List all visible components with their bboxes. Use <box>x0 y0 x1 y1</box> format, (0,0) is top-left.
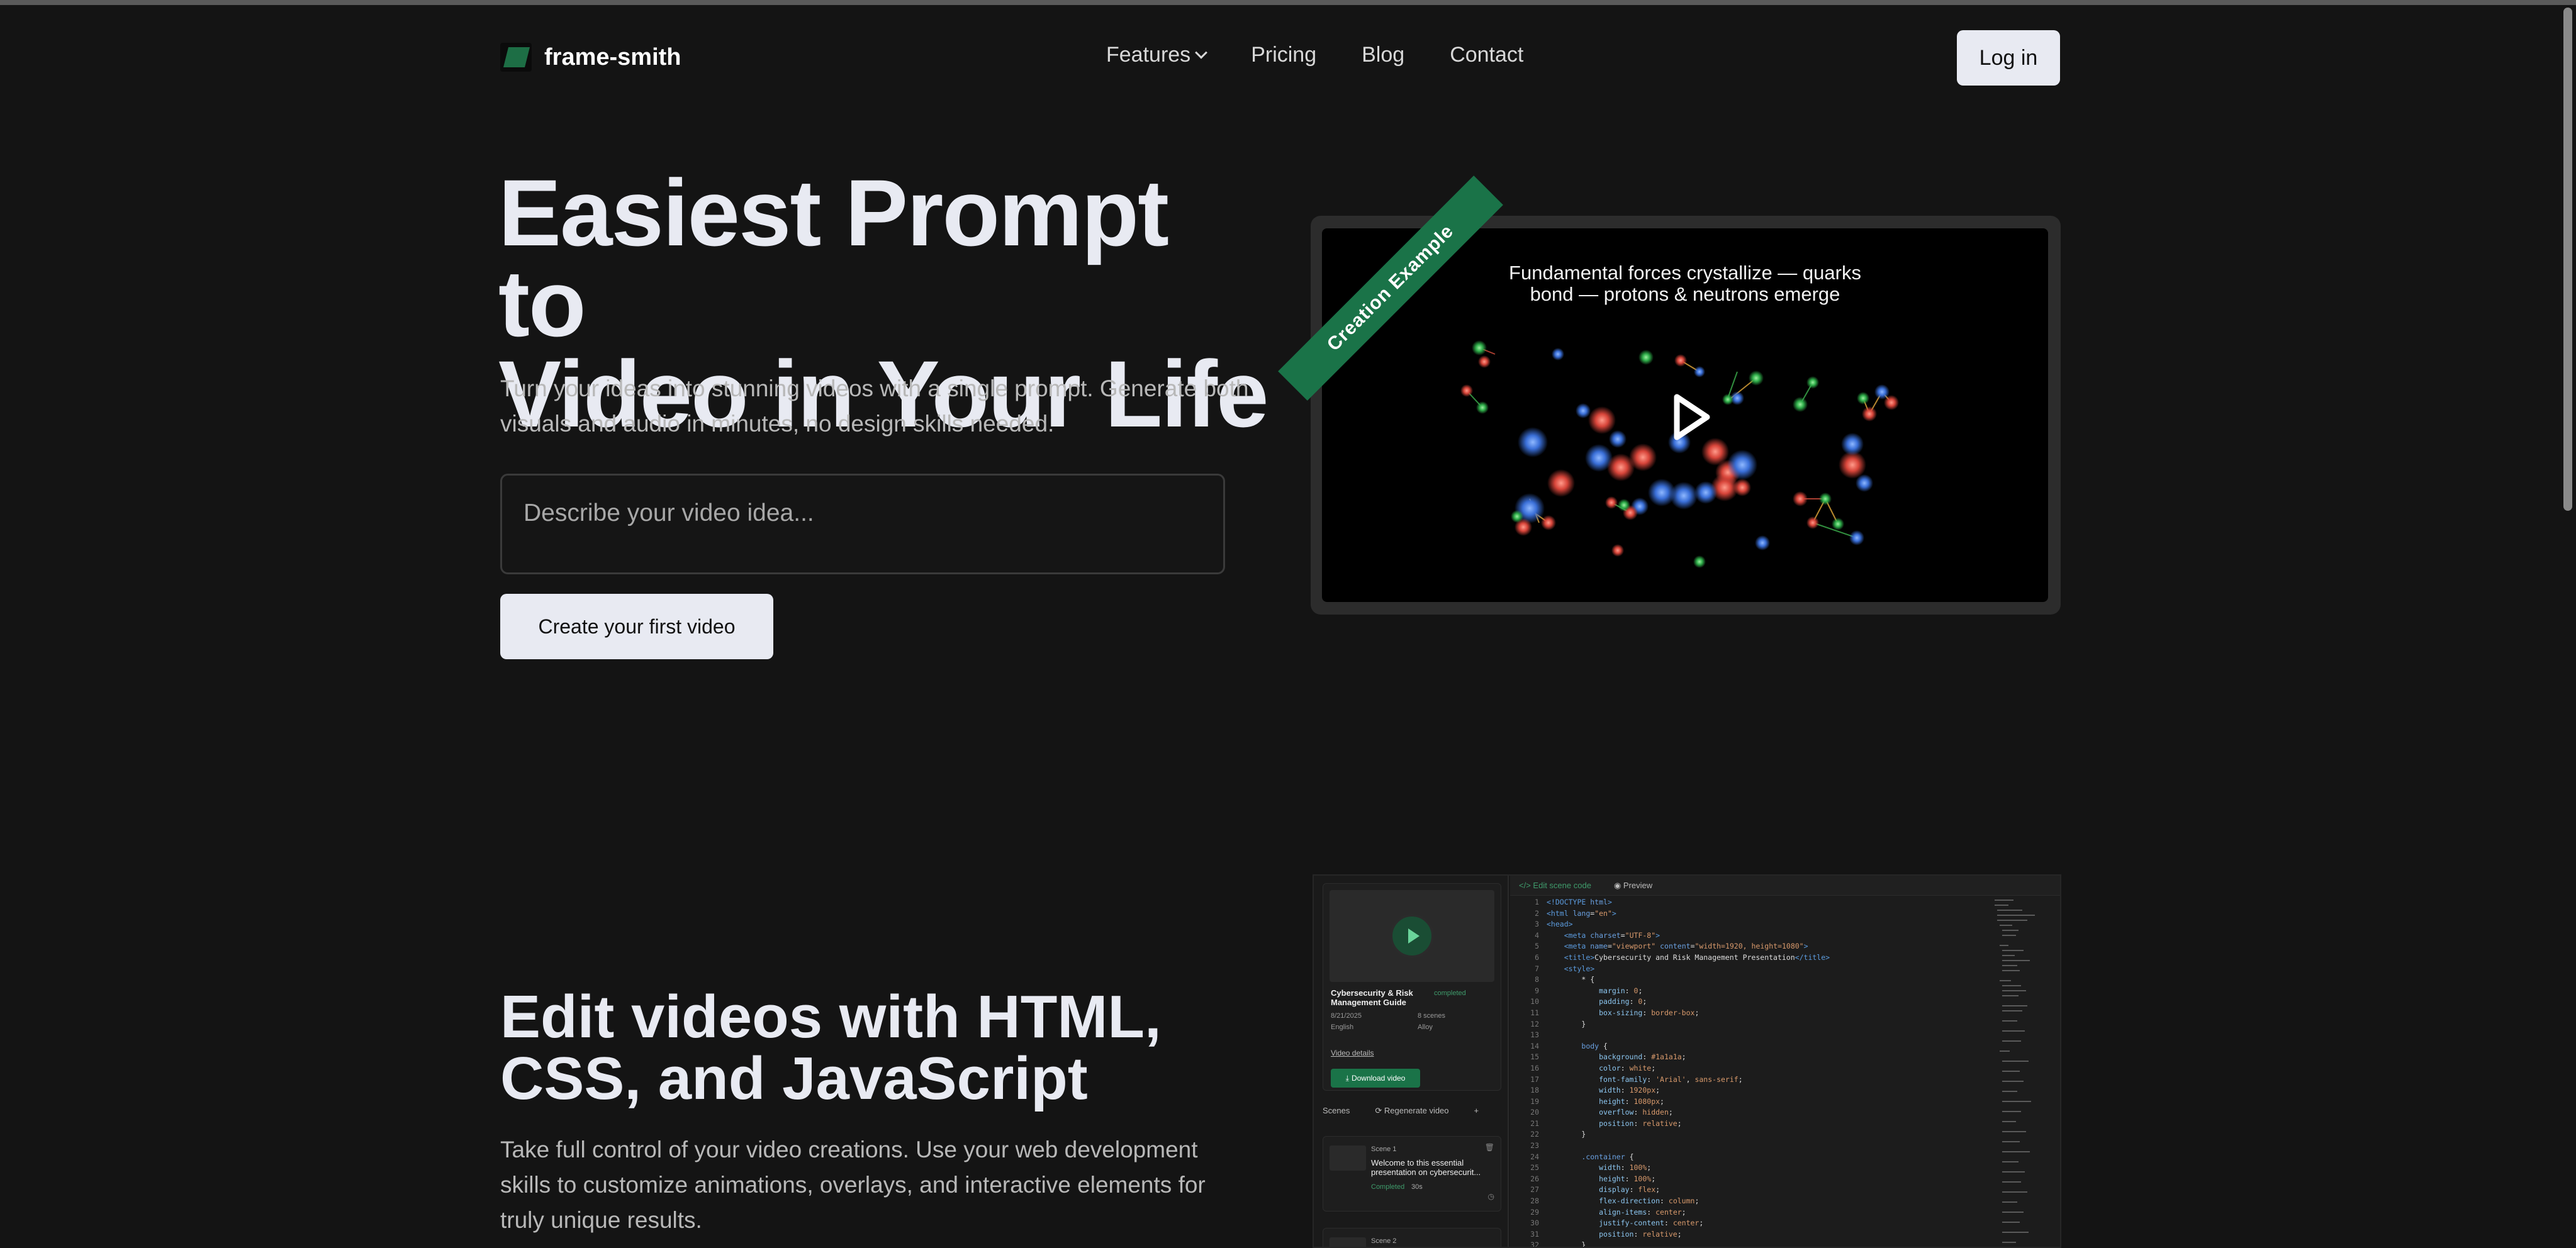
clock-icon: ◷ <box>1487 1192 1494 1201</box>
nav-blog-label: Blog <box>1362 43 1405 67</box>
nav-pricing[interactable]: Pricing <box>1251 43 1316 67</box>
scene-label: Scene 2 <box>1371 1237 1397 1245</box>
scene-thumbnail <box>1330 1145 1366 1171</box>
nav-blog[interactable]: Blog <box>1362 43 1404 67</box>
main-nav: Features Pricing Blog Contact <box>1106 43 1523 67</box>
section2-title: Edit videos with HTML, CSS, and JavaScri… <box>500 983 1162 1112</box>
code-area[interactable]: 1 2 3 4 5 6 7 8 9 10 11 12 13 14 15 16 1… <box>1510 897 1988 1248</box>
nav-contact-label: Contact <box>1450 43 1524 67</box>
video-thumbnail[interactable] <box>1330 890 1494 982</box>
nav-features[interactable]: Features <box>1106 43 1208 67</box>
login-button[interactable]: Log in <box>1957 30 2060 86</box>
window-top-border <box>0 0 2576 5</box>
tab-preview[interactable]: ◉ Preview <box>1614 881 1652 891</box>
video-language: English <box>1331 1023 1354 1031</box>
play-icon[interactable] <box>1669 392 1713 442</box>
create-video-button[interactable]: Create your first video <box>500 594 773 659</box>
code-editor-panel: </> Edit scene code ◉ Preview 1 2 3 4 5 … <box>1510 876 2060 1248</box>
scene-text: Welcome to this essential presentation o… <box>1371 1158 1481 1177</box>
page-scrollbar[interactable] <box>2563 8 2572 511</box>
nav-contact[interactable]: Contact <box>1450 43 1523 67</box>
logo-icon <box>500 43 532 72</box>
brand-name: frame-smith <box>544 43 681 70</box>
scene-thumbnail <box>1330 1237 1366 1247</box>
nav-features-label: Features <box>1106 43 1191 67</box>
add-scene-icon[interactable]: + <box>1474 1106 1479 1116</box>
video-voice: Alloy <box>1418 1023 1433 1031</box>
hero-title-line1: Easiest Prompt to <box>498 160 1169 356</box>
scenes-label: Scenes <box>1323 1106 1350 1115</box>
scenes-header: Scenes ⟳ Regenerate video + <box>1323 1106 1501 1116</box>
video-details-link[interactable]: Video details <box>1331 1049 1374 1057</box>
code-lines: <!DOCTYPE html> <html lang="en"> <head> … <box>1547 898 1830 1248</box>
chevron-down-icon <box>1195 46 1208 59</box>
thumbnail-play-icon[interactable] <box>1390 914 1434 958</box>
editor-tabs: </> Edit scene code ◉ Preview <box>1510 876 2060 896</box>
video-date: 8/21/2025 <box>1331 1012 1362 1020</box>
brand-logo[interactable]: frame-smith <box>500 43 681 72</box>
tab-edit-scene-code[interactable]: </> Edit scene code <box>1519 881 1591 890</box>
scene-card[interactable]: Scene 2 <box>1323 1228 1501 1247</box>
trash-icon[interactable]: 🗑 <box>1485 1143 1494 1152</box>
section2-subtitle: Take full control of your video creation… <box>500 1137 1206 1233</box>
regenerate-label: Regenerate video <box>1384 1106 1449 1115</box>
tab-edit-label: Edit scene code <box>1533 881 1591 890</box>
video-scenes-count: 8 scenes <box>1418 1012 1446 1020</box>
example-video-card: Fundamental forces crystallize — quarks … <box>1311 216 2061 615</box>
video-status-badge: completed <box>1434 989 1466 997</box>
download-video-button[interactable]: ⤓ Download video <box>1331 1069 1420 1088</box>
regenerate-video-button[interactable]: ⟳ Regenerate video <box>1375 1106 1448 1116</box>
hero-subtitle: Turn your ideas into stunning videos wit… <box>500 376 1249 437</box>
scene-label: Scene 1 <box>1371 1145 1397 1153</box>
editor-screenshot: Cybersecurity & Risk Management Guide co… <box>1313 874 2061 1248</box>
video-title: Cybersecurity & Risk Management Guide <box>1331 988 1413 1007</box>
line-numbers: 1 2 3 4 5 6 7 8 9 10 11 12 13 14 15 16 1… <box>1530 898 1539 1248</box>
video-summary-card: Cybersecurity & Risk Management Guide co… <box>1323 883 1501 1091</box>
scene-status: Completed <box>1371 1183 1405 1191</box>
example-video-player[interactable]: Fundamental forces crystallize — quarks … <box>1322 228 2048 602</box>
download-label: Download video <box>1351 1074 1406 1083</box>
code-minimap[interactable] <box>1995 897 2058 1247</box>
editor-sidebar: Cybersecurity & Risk Management Guide co… <box>1314 876 1509 1247</box>
download-icon: ⤓ <box>1345 1073 1349 1083</box>
nav-pricing-label: Pricing <box>1251 43 1317 67</box>
tab-preview-label: Preview <box>1623 880 1653 890</box>
scene-card[interactable]: Scene 1 Welcome to this essential presen… <box>1323 1136 1501 1212</box>
video-idea-input[interactable]: Describe your video idea... <box>500 474 1225 574</box>
scene-duration: 30s <box>1411 1183 1423 1191</box>
